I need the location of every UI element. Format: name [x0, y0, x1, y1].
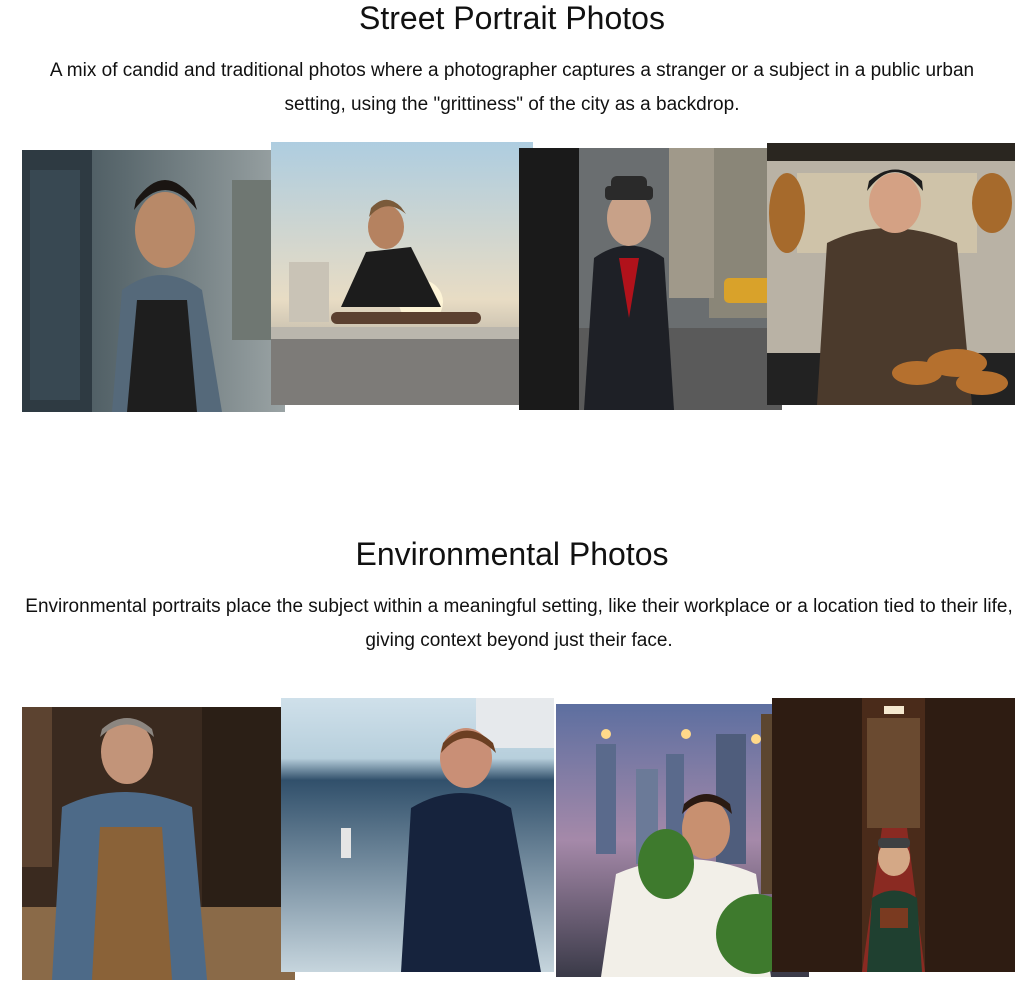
section-title-street: Street Portrait Photos	[359, 0, 665, 36]
photo-street-pretzel-vendor[interactable]	[767, 143, 1015, 405]
section-description-environmental: Environmental portraits place the subjec…	[25, 596, 1013, 651]
section-title-environmental: Environmental Photos	[355, 536, 669, 572]
photo-street-denim-man[interactable]	[22, 150, 285, 412]
page: Street Portrait Photos A mix of candid a…	[0, 0, 1024, 984]
photo-environmental-carpenter[interactable]	[22, 707, 295, 980]
section-description-street: A mix of candid and traditional photos w…	[49, 60, 975, 115]
photo-street-elderly-suit-man[interactable]	[519, 148, 782, 410]
photo-environmental-ship-researcher[interactable]	[281, 698, 554, 972]
photo-environmental-library[interactable]	[772, 698, 1015, 972]
photo-street-skateboarder[interactable]	[271, 142, 533, 405]
